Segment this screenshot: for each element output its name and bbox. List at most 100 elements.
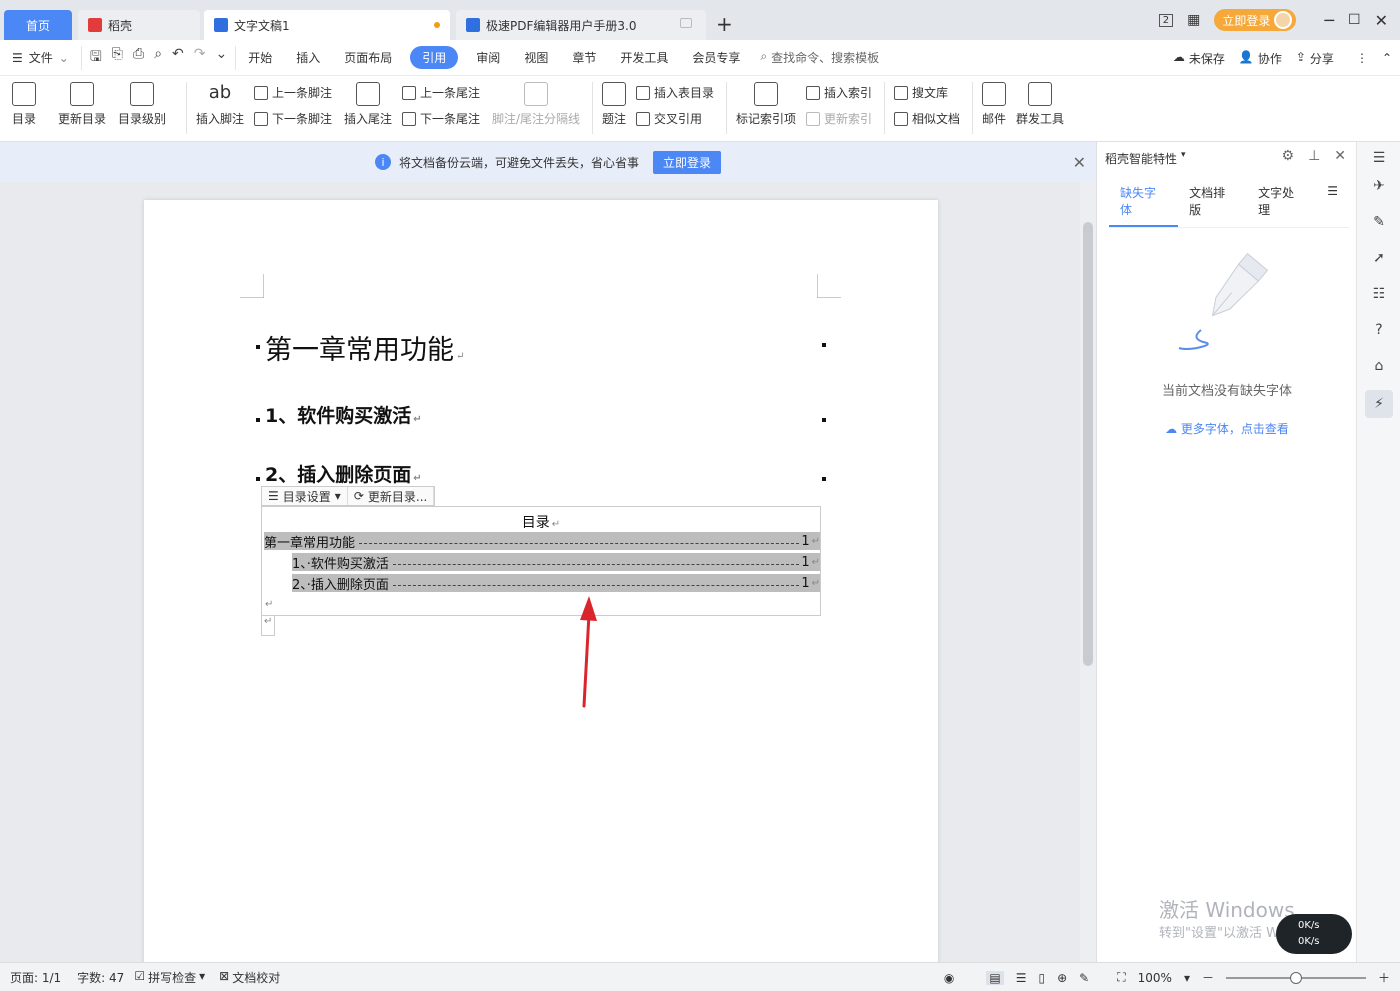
pin-icon[interactable]: ⊥ [1308, 148, 1320, 164]
zoom-slider-knob[interactable] [1289, 971, 1302, 984]
next-endnote-button[interactable]: 下一条尾注 [402, 110, 480, 127]
pen-mode-icon[interactable]: ✎ [1079, 971, 1089, 985]
toc-settings-button[interactable]: ☰ 目录设置 ▾ [262, 487, 348, 505]
redo-icon[interactable]: ↷ [194, 46, 206, 70]
maximize-icon[interactable]: ☐ [1348, 12, 1361, 28]
web-view-icon[interactable]: ⊕ [1057, 971, 1067, 985]
file-menu[interactable]: ☰ 文件 ⌄ [0, 49, 81, 66]
mass-tools-button[interactable]: 群发工具 [1016, 82, 1064, 127]
export-pdf-icon[interactable]: ⎘ [112, 46, 123, 70]
tab-document[interactable]: 文字文稿1 [204, 10, 450, 40]
smart-features-icon[interactable]: ⚡ [1365, 390, 1393, 418]
menu-icon[interactable]: ☰ [1369, 148, 1389, 168]
next-footnote-button[interactable]: 下一条脚注 [254, 110, 332, 127]
tab-daoke[interactable]: 稻壳 [78, 10, 200, 40]
new-tab-button[interactable]: + [716, 12, 733, 36]
proofread-button[interactable]: ⊠ 文档校对 [219, 969, 280, 986]
rocket-icon[interactable]: ✈ [1369, 176, 1389, 196]
word-count[interactable]: 字数: 47 [77, 969, 124, 986]
toc-field[interactable]: 目录 ↵ 第一章常用功能 1 ↵ 1、·软件购买激活 1 ↵ 2、·插入删除页面 … [261, 506, 821, 616]
tab-doc-layout[interactable]: 文档排版 [1178, 180, 1247, 227]
window-count-button[interactable]: 2 [1158, 13, 1174, 27]
apps-grid-icon[interactable]: ▦ [1187, 12, 1200, 28]
tab-developer[interactable]: 开发工具 [608, 49, 680, 66]
tab-page-layout[interactable]: 页面布局 [332, 49, 404, 66]
close-icon[interactable]: ✕ [1073, 153, 1086, 172]
menu-icon[interactable]: ☰ [1316, 180, 1349, 227]
help-icon[interactable]: ? [1369, 320, 1389, 340]
toc-entry[interactable]: 第一章常用功能 1 ↵ [264, 532, 820, 551]
spell-check-button[interactable]: ☑ 拼写检查 ▾ [134, 969, 205, 986]
empty-paragraph[interactable]: ↵ [261, 616, 275, 636]
heading-2-insert-delete[interactable]: 2、插入删除页面 ↵ [265, 460, 422, 487]
reading-view-icon[interactable]: ▯ [1038, 971, 1045, 985]
gear-icon[interactable]: ⚙ [1282, 148, 1295, 164]
tab-references[interactable]: 引用 [410, 46, 459, 69]
notice-login-button[interactable]: 立即登录 [653, 150, 722, 174]
tab-view[interactable]: 视图 [512, 49, 560, 66]
collapse-ribbon-icon[interactable]: ⌃ [1382, 51, 1392, 65]
prev-endnote-button[interactable]: 上一条尾注 [402, 84, 480, 101]
collaborate-button[interactable]: 👤 协作 [1239, 50, 1282, 67]
tab-insert[interactable]: 插入 [284, 49, 332, 66]
more-fonts-link[interactable]: ☁ 更多字体，点击查看 [1097, 420, 1357, 437]
heading-2-activation[interactable]: 1、软件购买激活 ↵ [265, 401, 422, 428]
zoom-out-icon[interactable]: － [1202, 969, 1214, 986]
panel-title-dropdown[interactable]: 稻壳智能特性 ▾ [1105, 150, 1186, 167]
update-index-button[interactable]: 更新索引 [806, 110, 872, 127]
cross-reference-button[interactable]: 交叉引用 [636, 110, 702, 127]
sliders-icon[interactable]: ☷ [1369, 284, 1389, 304]
outline-view-icon[interactable]: ☰ [1016, 971, 1027, 985]
tab-start[interactable]: 开始 [236, 49, 284, 66]
undo-icon[interactable]: ↶ [172, 46, 184, 70]
mail-button[interactable]: 邮件 [982, 82, 1006, 127]
similar-docs-button[interactable]: 相似文档 [894, 110, 960, 127]
tab-review[interactable]: 审阅 [464, 49, 512, 66]
print-preview-icon[interactable]: ⌕ [154, 46, 162, 70]
insert-footnote-button[interactable]: ab 插入脚注 [196, 82, 244, 127]
more-icon[interactable]: ⋮ [1356, 51, 1368, 65]
zoom-level[interactable]: 100% [1138, 971, 1172, 985]
toc-entry[interactable]: 1、·软件购买激活 1 ↵ [292, 553, 820, 572]
update-toc-button[interactable]: 更新目录 [58, 82, 106, 127]
minimize-icon[interactable]: ─ [1324, 11, 1334, 30]
tab-pdf-manual[interactable]: 极速PDF编辑器用户手册3.0 [456, 10, 706, 40]
close-icon[interactable]: ✕ [1334, 148, 1346, 164]
edit-icon[interactable]: ✎ [1369, 212, 1389, 232]
insert-table-toc-button[interactable]: 插入表目录 [636, 84, 714, 101]
insert-index-button[interactable]: 插入索引 [806, 84, 872, 101]
caption-button[interactable]: 题注 [602, 82, 626, 127]
toc-button[interactable]: 目录 [12, 82, 36, 127]
zoom-slider[interactable] [1225, 971, 1366, 984]
zoom-in-icon[interactable]: ＋ [1378, 969, 1390, 986]
tab-member[interactable]: 会员专享 [680, 49, 752, 66]
close-window-icon[interactable]: ✕ [1375, 11, 1388, 30]
command-search[interactable]: ⌕ 查找命令、搜索模板 [760, 49, 879, 66]
heading-1[interactable]: 第一章常用功能 ↵ [265, 328, 464, 367]
page-view-icon[interactable]: ▤ [986, 970, 1004, 985]
smart-tool-icon[interactable]: ⌂ [1369, 356, 1389, 376]
login-button[interactable]: 立即登录 [1214, 9, 1297, 31]
toc-entry[interactable]: 2、·插入删除页面 1 ↵ [292, 574, 820, 593]
eye-icon[interactable]: ◉ [944, 971, 954, 985]
tab-missing-fonts[interactable]: 缺失字体 [1109, 180, 1179, 227]
prev-footnote-button[interactable]: 上一条脚注 [254, 84, 332, 101]
search-library-button[interactable]: 搜文库 [894, 84, 948, 101]
vertical-scrollbar[interactable] [1080, 182, 1096, 962]
scrollbar-thumb[interactable] [1083, 222, 1093, 666]
cursor-icon[interactable]: ➚ [1369, 248, 1389, 268]
tab-text-processing[interactable]: 文字处理 [1247, 180, 1316, 227]
print-icon[interactable]: ⎙ [133, 46, 144, 70]
share-button[interactable]: ⇪ 分享 [1296, 50, 1334, 67]
note-separator-button[interactable]: 脚注/尾注分隔线 [492, 82, 580, 127]
toc-level-button[interactable]: 目录级别 [118, 82, 166, 127]
tab-home[interactable]: 首页 [4, 10, 72, 40]
fit-page-icon[interactable]: ⛶ [1117, 970, 1125, 985]
chevron-down-icon[interactable]: ▾ [1184, 971, 1190, 985]
toc-update-button[interactable]: ⟳ 更新目录... [348, 487, 435, 505]
page-indicator[interactable]: 页面: 1/1 [10, 969, 61, 986]
cloud-save-status[interactable]: ☁ 未保存 [1173, 50, 1225, 67]
monitor-icon[interactable] [680, 18, 692, 28]
tab-chapter[interactable]: 章节 [560, 49, 608, 66]
customize-toolbar-icon[interactable]: ⌄ [216, 46, 228, 70]
